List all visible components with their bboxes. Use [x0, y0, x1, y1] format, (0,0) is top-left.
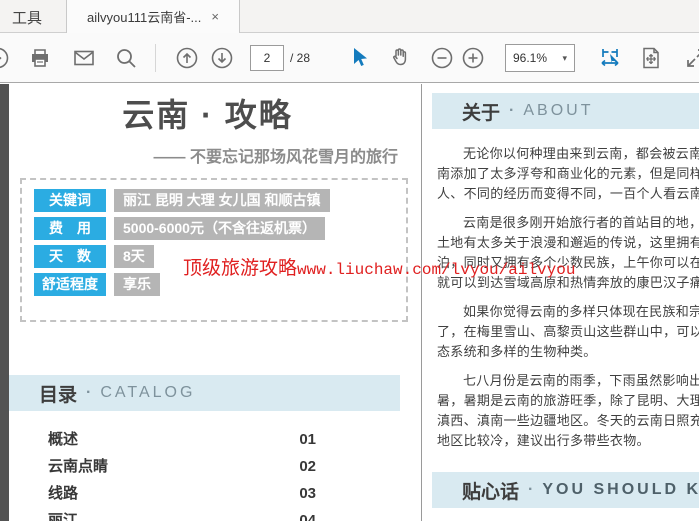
- catalog-item-routes: 线路 03: [48, 484, 316, 511]
- document-tab-title: ailvyou111云南省-...: [87, 7, 201, 26]
- info-label: 关键词: [34, 189, 106, 212]
- info-row-days: 天 数 8天: [34, 245, 394, 268]
- paragraph-line: 云南是很多刚开始旅行者的首站目的地，这片: [437, 213, 699, 233]
- catalog-item-page: 04: [299, 511, 316, 521]
- tips-dot: ·: [528, 481, 533, 499]
- paragraph-line: 七八月份是云南的雨季，下雨虽然影响出行避: [437, 371, 699, 391]
- about-paragraphs: 无论你以何种理由来到云南，都会被云南的美 南添加了太多浮夸和商业化的元素，但是同…: [437, 144, 699, 460]
- tab-document[interactable]: ailvyou111云南省-... ×: [66, 0, 240, 33]
- info-label: 舒适程度: [34, 273, 106, 296]
- paragraph-line: 暑，暑期是云南的旅游旺季，除了昆明、大理等热: [437, 391, 699, 411]
- info-row-comfort: 舒适程度 享乐: [34, 273, 394, 296]
- paragraph-line: 滇西、滇南一些边疆地区。冬天的云南日照充足，: [437, 411, 699, 431]
- page-subtitle: —— 不要忘记那场风花雪月的旅行: [20, 143, 398, 167]
- toolbar-separator: [155, 44, 156, 72]
- tips-section-header: 贴心话 · YOU SHOULD KNOW: [432, 472, 699, 508]
- catalog-item-label: 概述: [48, 430, 78, 457]
- catalog-item-label: 云南点睛: [48, 457, 108, 484]
- paragraph: 无论你以何种理由来到云南，都会被云南的美 南添加了太多浮夸和商业化的元素，但是同…: [437, 144, 699, 204]
- trip-info-box: 关键词 丽江 昆明 大理 女儿国 和顺古镇 费 用 5000-6000元（不含往…: [20, 178, 408, 322]
- page-title: 云南 · 攻略: [20, 90, 395, 136]
- catalog-item-page: 02: [299, 457, 316, 484]
- tips-title-en: YOU SHOULD KNOW: [542, 481, 699, 499]
- paragraph-line: 地区比较冷，建议出行多带些衣物。: [437, 431, 699, 451]
- zoom-out-icon[interactable]: [430, 46, 454, 70]
- catalog-list: 概述 01 云南点睛 02 线路 03 丽江 04: [48, 430, 316, 521]
- catalog-title-en: CATALOG: [100, 384, 195, 402]
- toolbar: 2 / 28 96.1% ▾: [0, 33, 699, 83]
- catalog-item-label: 丽江: [48, 511, 78, 521]
- info-value: 享乐: [114, 273, 160, 296]
- fit-width-icon[interactable]: [598, 46, 622, 70]
- catalog-dot: ·: [86, 384, 91, 402]
- catalog-item-page: 03: [299, 484, 316, 511]
- tab-tools[interactable]: 工具: [12, 7, 42, 28]
- search-icon[interactable]: [114, 46, 138, 70]
- close-icon[interactable]: ×: [211, 10, 219, 23]
- page-number-input[interactable]: 2: [250, 45, 284, 71]
- info-label: 费 用: [34, 217, 106, 240]
- print-icon[interactable]: [28, 46, 52, 70]
- about-section-header: 关于 · ABOUT: [432, 93, 699, 129]
- zoom-level-value: 96.1%: [513, 51, 547, 65]
- info-value: 丽江 昆明 大理 女儿国 和顺古镇: [114, 189, 330, 212]
- info-row-cost: 费 用 5000-6000元（不含往返机票）: [34, 217, 394, 240]
- fit-page-icon[interactable]: [639, 46, 663, 70]
- chevron-down-icon: ▾: [562, 53, 567, 64]
- paragraph-line: 南添加了太多浮夸和商业化的元素，但是同样的美: [437, 164, 699, 184]
- paragraph: 七八月份是云南的雨季，下雨虽然影响出行避 暑，暑期是云南的旅游旺季，除了昆明、大…: [437, 371, 699, 451]
- info-value: 8天: [114, 245, 154, 268]
- info-row-keywords: 关键词 丽江 昆明 大理 女儿国 和顺古镇: [34, 189, 394, 212]
- catalog-item-overview: 概述 01: [48, 430, 316, 457]
- email-icon[interactable]: [72, 46, 96, 70]
- paragraph-line: 就可以到达雪域高原和热情奔放的康巴汉子痛饮青: [437, 273, 699, 293]
- zoom-in-icon[interactable]: [461, 46, 485, 70]
- info-label: 天 数: [34, 245, 106, 268]
- about-title-en: ABOUT: [523, 102, 593, 120]
- about-title-zh: 关于: [462, 98, 500, 125]
- catalog-section-header: 目录 · CATALOG: [9, 375, 400, 411]
- paragraph: 如果你觉得云南的多样只体现在民族和宗教上 了，在梅里雪山、高黎贡山这些群山中，可…: [437, 302, 699, 362]
- prev-page-icon[interactable]: [175, 46, 199, 70]
- hand-tool-icon[interactable]: [388, 46, 412, 70]
- paragraph-line: 无论你以何种理由来到云南，都会被云南的美: [437, 144, 699, 164]
- paragraph-line: 泊，同时又拥有多个少数民族，上午你可以在洱海: [437, 253, 699, 273]
- save-icon[interactable]: [0, 46, 10, 70]
- paragraph-line: 了，在梅里雪山、高黎贡山这些群山中，可以看到: [437, 322, 699, 342]
- catalog-item-label: 线路: [48, 484, 78, 511]
- paragraph: 云南是很多刚开始旅行者的首站目的地，这片 土地有太多关于浪漫和邂逅的传说，这里拥…: [437, 213, 699, 293]
- about-dot: ·: [509, 102, 514, 120]
- page-count-label: / 28: [290, 51, 310, 65]
- paragraph-line: 土地有太多关于浪漫和邂逅的传说，这里拥有众多: [437, 233, 699, 253]
- column-divider: [421, 84, 422, 521]
- select-tool-icon[interactable]: [348, 46, 372, 70]
- catalog-item-highlights: 云南点睛 02: [48, 457, 316, 484]
- tips-title-zh: 贴心话: [462, 477, 519, 504]
- catalog-item-page: 01: [299, 430, 316, 457]
- catalog-item-lijiang: 丽江 04: [48, 511, 316, 521]
- paragraph-line: 态系统和多样的生物种类。: [437, 342, 699, 362]
- fullscreen-icon[interactable]: [684, 46, 699, 70]
- catalog-title-zh: 目录: [39, 380, 77, 407]
- next-page-icon[interactable]: [210, 46, 234, 70]
- tab-bar: 工具 ailvyou111云南省-... ×: [0, 0, 699, 33]
- paragraph-line: 人、不同的经历而变得不同，一百个人看云南或许: [437, 184, 699, 204]
- viewer-background-strip: [0, 84, 9, 521]
- zoom-level-dropdown[interactable]: 96.1% ▾: [505, 44, 575, 72]
- paragraph-line: 如果你觉得云南的多样只体现在民族和宗教上: [437, 302, 699, 322]
- pdf-page-view: 云南 · 攻略 —— 不要忘记那场风花雪月的旅行 关键词 丽江 昆明 大理 女儿…: [0, 84, 699, 521]
- info-value: 5000-6000元（不含往返机票）: [114, 217, 325, 240]
